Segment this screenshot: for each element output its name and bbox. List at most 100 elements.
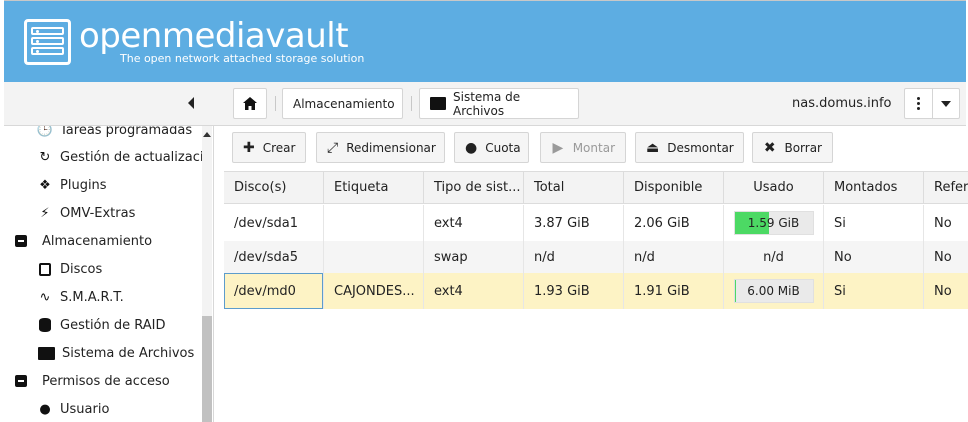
cell-total: 1.93 GiB [524,273,624,309]
disk-icon [37,261,53,277]
sidebar-scrollbar[interactable] [202,126,212,422]
home-button[interactable] [233,88,267,119]
sidebar-group-almacenamiento[interactable]: Almacenamiento [13,227,152,255]
column-header-disk[interactable]: Disco(s) [224,172,324,203]
main-panel: ✚ Crear ⤢ Redimensionar ● Cuota ▶ Montar… [224,126,968,422]
sidebar-group-permisos[interactable]: Permisos de acceso [13,367,170,395]
sidebar-item-label: Discos [60,261,103,277]
table-row[interactable]: /dev/sda5 swap n/d n/d n/d No No [224,241,968,273]
sidebar-item-sistema-archivos[interactable]: Sistema de Archivos [37,339,194,367]
delete-button[interactable]: ✖ Borrar [752,132,833,163]
minus-square-icon[interactable] [13,373,29,389]
hostname: nas.domus.info [792,96,892,111]
cell-disk: /dev/sda5 [224,241,324,273]
unmount-button[interactable]: ⏏ Desmontar [635,132,744,163]
breadcrumb-label: Sistema de Archivos [453,89,521,118]
minus-square-icon[interactable] [13,233,29,249]
cell-label [324,241,424,273]
usage-bar-label: 1.59 GiB [747,216,800,230]
home-icon [243,97,257,110]
resize-button[interactable]: ⤢ Redimensionar [316,132,445,163]
folder-icon [430,97,447,110]
table-row-selected[interactable]: /dev/md0 CAJONDES... ext4 1.93 GiB 1.91 … [224,273,968,309]
sidebar-item-label: S.M.A.R.T. [60,289,124,305]
table-row[interactable]: /dev/sda1 ext4 3.87 GiB 2.06 GiB 1.59 Gi… [224,205,968,241]
cell-referenced: No [934,283,952,299]
sidebar-item-label: Sistema de Archivos [62,345,195,361]
expand-icon: ⤢ [327,139,339,156]
sidebar-item-omv-extras[interactable]: ⚡ OMV-Extras [37,199,135,227]
play-icon: ▶ [552,139,564,156]
scroll-up-icon[interactable] [203,132,211,137]
column-header-label[interactable]: Etiqueta [324,172,424,203]
app-header: openmediavault The open network attached… [4,0,966,82]
column-header-mounted[interactable]: Montados [824,172,924,203]
cell-mounted: Si [824,273,924,309]
mount-button[interactable]: ▶ Montar [540,132,626,163]
sidebar-item-label: Gestión de RAID [60,317,166,333]
scrollbar-thumb[interactable] [202,316,212,422]
create-button[interactable]: ✚ Crear [232,132,306,163]
cell-used: 6.00 MiB [724,273,824,309]
user-menu-button[interactable] [904,88,960,119]
cell-disk: /dev/md0 [224,273,324,309]
sidebar-item-label: Gestión de actualizacio [60,149,212,165]
user-icon: ● [39,401,51,417]
more-vertical-icon[interactable] [917,97,920,111]
sidebar-item-smart[interactable]: ∿ S.M.A.R.T. [37,283,124,311]
cell-label: CAJONDES... [324,273,424,309]
cell-total: 3.87 GiB [524,205,624,241]
sidebar-item-label: Tareas programadas [60,126,193,138]
usage-bar-label: 6.00 MiB [747,284,800,298]
column-header-used[interactable]: Usado [724,172,824,203]
cell-mounted: Si [824,205,924,241]
collapse-sidebar-icon[interactable] [188,97,194,109]
sidebar-item-gestion-actualizaciones[interactable]: ↻ Gestión de actualizacio [37,143,212,171]
cell-disk: /dev/sda1 [224,205,324,241]
sidebar-item-discos[interactable]: Discos [37,255,102,283]
cell-total: n/d [524,241,624,273]
cell-used: 1.59 GiB [724,205,824,241]
folder-icon [37,345,55,361]
clock-icon: 🕒 [36,126,54,138]
breadcrumb-bar: Almacenamiento Sistema de Archivos nas.d… [4,82,966,126]
sidebar-item-plugins[interactable]: ❖ Plugins [37,171,107,199]
cell-type: ext4 [424,205,524,241]
cell-available: n/d [624,241,724,273]
column-header-type[interactable]: Tipo de sist... [424,172,524,203]
breadcrumb-almacenamiento[interactable]: Almacenamiento [282,88,403,119]
cell-available: 2.06 GiB [624,205,724,241]
sidebar-item-usuario[interactable]: ● Usuario [37,395,109,422]
column-header-referenced[interactable]: Refer [924,172,968,203]
cell-available: 1.91 GiB [624,273,724,309]
sidebar-item-label: Usuario [60,401,110,417]
sidebar-item-label: OMV-Extras [60,205,136,221]
cell-type: ext4 [424,273,524,309]
sidebar-item-tareas-programadas[interactable]: 🕒 Tareas programadas [37,126,192,144]
chevron-down-icon[interactable] [941,101,951,107]
column-header-total[interactable]: Total [524,172,624,203]
plus-icon: ✚ [243,139,255,156]
usage-bar: 6.00 MiB [733,279,814,303]
table-header: Disco(s) Etiqueta Tipo de sist... Total … [224,171,968,204]
cell-mounted: No [824,241,924,273]
sidebar-item-gestion-raid[interactable]: Gestión de RAID [37,311,166,339]
sidebar-group-label: Permisos de acceso [42,373,170,389]
eject-icon: ⏏ [646,139,660,156]
cell-label [324,205,424,241]
sidebar-nav: 🕒 Tareas programadas ↻ Gestión de actual… [4,126,214,422]
brand-tagline: The open network attached storage soluti… [120,52,365,65]
column-header-available[interactable]: Disponible [624,172,724,203]
cell-used: n/d [724,241,824,273]
action-toolbar: ✚ Crear ⤢ Redimensionar ● Cuota ▶ Montar… [224,126,968,170]
refresh-icon: ↻ [39,149,51,165]
usage-bar: 1.59 GiB [733,211,814,235]
puzzle-icon: ❖ [39,177,51,193]
quota-button[interactable]: ● Cuota [454,132,529,163]
users-icon: ● [465,139,478,156]
cell-referenced: No [934,249,952,265]
breadcrumb-sistema-de-archivos[interactable]: Sistema de Archivos [419,88,579,119]
cell-type: swap [424,241,524,273]
close-icon: ✖ [763,139,776,156]
sidebar-item-label: Plugins [60,177,107,193]
